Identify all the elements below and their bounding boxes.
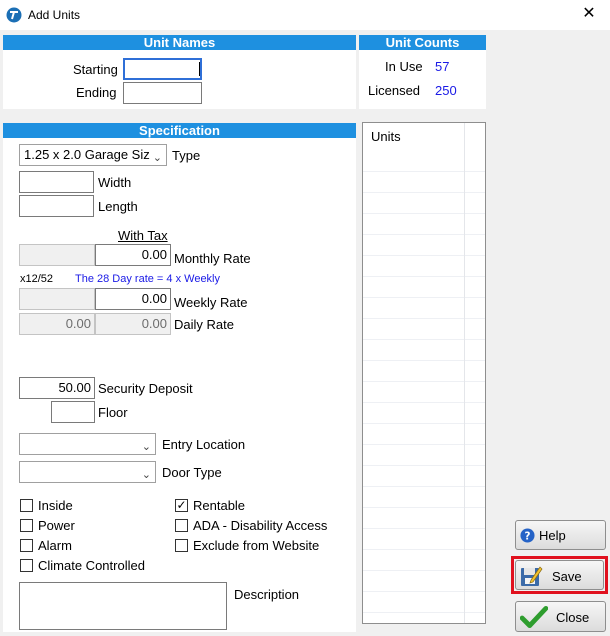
description-label: Description	[234, 587, 300, 602]
save-button[interactable]: Save	[515, 560, 604, 590]
specification-header: Specification	[3, 123, 356, 138]
close-button-label: Close	[556, 610, 590, 625]
svg-text:?: ?	[525, 530, 531, 542]
app-logo-icon	[6, 7, 22, 23]
exclude-website-checkbox[interactable]	[175, 539, 188, 552]
entry-location-label: Entry Location	[162, 437, 246, 452]
description-textarea[interactable]	[19, 582, 227, 630]
rentable-checkbox[interactable]: ✓	[175, 499, 188, 512]
rentable-label: Rentable	[193, 498, 246, 513]
monthly-rate-input[interactable]: 0.00	[95, 244, 171, 266]
weekly-rate-input[interactable]: 0.00	[95, 288, 171, 310]
climate-controlled-checkbox[interactable]	[20, 559, 33, 572]
with-tax-label: With Tax	[118, 228, 168, 243]
length-label: Length	[98, 199, 138, 214]
in-use-label: In Use	[385, 59, 423, 74]
security-deposit-label: Security Deposit	[98, 381, 193, 396]
x12-52-label: x12/52	[20, 273, 54, 285]
type-label: Type	[172, 148, 201, 163]
in-use-value: 57	[435, 59, 450, 74]
alarm-label: Alarm	[38, 538, 72, 553]
units-list-grid	[363, 151, 485, 623]
starting-input[interactable]	[123, 58, 202, 80]
length-input[interactable]	[19, 195, 94, 217]
units-list[interactable]: Units	[362, 122, 486, 624]
ending-label: Ending	[76, 85, 117, 100]
type-select-value: 1.25 x 2.0 Garage Siz	[24, 147, 150, 162]
ending-input[interactable]	[123, 82, 202, 104]
chevron-down-icon: ⌄	[141, 441, 151, 453]
security-deposit-input[interactable]: 50.00	[19, 377, 95, 399]
ada-checkbox[interactable]	[175, 519, 188, 532]
text-cursor	[199, 62, 200, 76]
exclude-website-label: Exclude from Website	[193, 538, 320, 553]
weekly-rate-label: Weekly Rate	[174, 295, 248, 310]
monthly-rate-label: Monthly Rate	[174, 251, 251, 266]
checkmark-icon	[520, 605, 548, 629]
units-list-header[interactable]: Units	[371, 129, 401, 144]
power-checkbox[interactable]	[20, 519, 33, 532]
type-select[interactable]: 1.25 x 2.0 Garage Siz ⌄	[19, 144, 167, 166]
door-type-label: Door Type	[162, 465, 222, 480]
check-icon: ✓	[176, 498, 187, 512]
floor-input[interactable]	[51, 401, 95, 423]
inside-label: Inside	[38, 498, 73, 513]
power-label: Power	[38, 518, 75, 533]
monthly-rate-pretax-input	[19, 244, 95, 266]
entry-location-select[interactable]: ⌄	[19, 433, 156, 455]
daily-rate-label: Daily Rate	[174, 317, 234, 332]
close-button[interactable]: Close	[515, 601, 606, 632]
chevron-down-icon: ⌄	[152, 152, 162, 164]
title-bar	[0, 0, 610, 30]
door-type-select[interactable]: ⌄	[19, 461, 156, 483]
chevron-down-icon: ⌄	[141, 469, 151, 481]
daily-rate-input: 0.00	[95, 313, 171, 335]
weekly-rate-pretax-input	[19, 288, 95, 310]
width-input[interactable]	[19, 171, 94, 193]
help-icon: ?	[520, 528, 535, 543]
licensed-value: 250	[435, 83, 457, 98]
inside-checkbox[interactable]	[20, 499, 33, 512]
save-icon	[521, 566, 543, 586]
help-button-label: Help	[539, 528, 566, 543]
unit-counts-header: Unit Counts	[359, 35, 486, 50]
window-close-icon[interactable]: ✕	[578, 4, 600, 24]
ada-label: ADA - Disability Access	[193, 518, 328, 533]
units-list-divider	[464, 123, 465, 623]
save-button-label: Save	[552, 569, 582, 584]
day28-note: The 28 Day rate = 4 x Weekly	[75, 273, 221, 285]
unit-names-header: Unit Names	[3, 35, 356, 50]
starting-label: Starting	[73, 62, 118, 77]
climate-controlled-label: Climate Controlled	[38, 558, 145, 573]
width-label: Width	[98, 175, 132, 190]
licensed-label: Licensed	[368, 83, 421, 98]
help-button[interactable]: ? Help	[515, 520, 606, 550]
alarm-checkbox[interactable]	[20, 539, 33, 552]
window-title: Add Units	[28, 8, 81, 22]
floor-label: Floor	[98, 405, 128, 420]
daily-rate-pretax-input: 0.00	[19, 313, 95, 335]
